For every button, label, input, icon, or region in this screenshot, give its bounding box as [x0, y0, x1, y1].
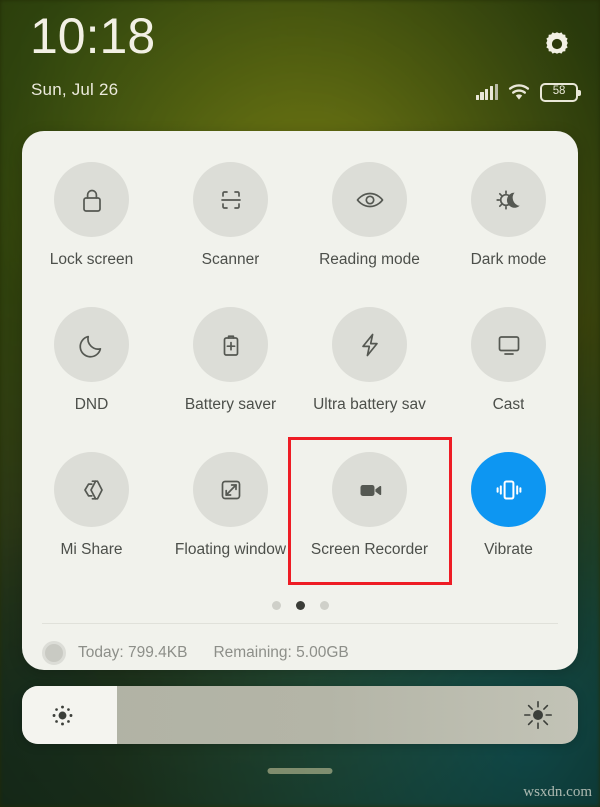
data-usage-remaining: Remaining: 5.00GB	[213, 644, 349, 661]
tile-reading-mode[interactable]: Reading mode	[300, 145, 439, 290]
lock-icon	[82, 189, 101, 212]
tile-icon-bg	[332, 452, 407, 527]
tile-floating-window[interactable]: Floating window	[161, 435, 300, 580]
sun-moon-icon	[495, 189, 520, 210]
tile-label: Lock screen	[49, 251, 134, 268]
mi-share-icon	[83, 479, 103, 500]
status-icons-group: 58	[475, 82, 581, 102]
monitor-icon	[498, 335, 519, 355]
tile-battery-saver[interactable]: Battery saver	[161, 290, 300, 435]
eye-icon	[356, 192, 383, 207]
tile-icon-bg	[54, 307, 129, 382]
home-indicator[interactable]	[267, 768, 333, 774]
tile-label: Dark mode	[470, 251, 547, 268]
video-camera-icon	[360, 484, 381, 496]
lightning-bolt-icon	[361, 333, 378, 356]
vibrate-icon	[496, 480, 521, 499]
tile-label: Battery saver	[184, 396, 277, 413]
tile-label: Scanner	[201, 251, 260, 268]
data-usage-row[interactable]: Today: 799.4KB Remaining: 5.00GB	[42, 636, 558, 670]
panel-divider	[42, 623, 558, 624]
tile-row: Lock screen Scanner Reading mode Dark mo…	[22, 145, 578, 290]
tile-label: Floating window	[174, 541, 287, 558]
moon-icon	[78, 335, 101, 358]
settings-gear-button[interactable]	[541, 28, 573, 60]
battery-plus-icon	[223, 334, 238, 356]
tile-scanner[interactable]: Scanner	[161, 145, 300, 290]
tile-icon-bg	[471, 162, 546, 237]
tile-mi-share[interactable]: Mi Share	[22, 435, 161, 580]
scanner-icon	[220, 190, 241, 209]
pager-dot[interactable]	[271, 601, 281, 610]
tile-icon-bg	[54, 162, 129, 237]
pager-dot-active[interactable]	[295, 601, 305, 610]
tile-cast[interactable]: Cast	[439, 290, 578, 435]
tile-icon-bg	[193, 307, 268, 382]
tile-dark-mode[interactable]: Dark mode	[439, 145, 578, 290]
tile-label: Screen Recorder	[310, 541, 429, 558]
tile-icon-bg	[54, 452, 129, 527]
tile-icon-bg	[471, 452, 546, 527]
data-usage-ring-icon	[42, 641, 66, 665]
pager-dots[interactable]	[22, 601, 578, 610]
watermark-label: wsxdn.com	[523, 784, 592, 800]
tile-vibrate[interactable]: Vibrate	[439, 435, 578, 580]
pager-dot[interactable]	[319, 601, 329, 610]
brightness-low-icon	[52, 705, 73, 726]
clock-date: Sun, Jul 26	[31, 80, 119, 99]
quick-settings-panel: Lock screen Scanner Reading mode Dark mo…	[22, 131, 578, 670]
tile-dnd[interactable]: DND	[22, 290, 161, 435]
tile-label: Vibrate	[484, 541, 533, 558]
tile-icon-bg	[332, 162, 407, 237]
brightness-high-icon	[524, 701, 552, 729]
floating-window-icon	[221, 480, 240, 499]
wifi-icon	[508, 84, 530, 100]
tile-icon-bg	[332, 307, 407, 382]
battery-percent-label: 58	[552, 85, 566, 98]
signal-bars-icon	[475, 84, 498, 100]
tile-ultra-battery-saver[interactable]: Ultra battery sav	[300, 290, 439, 435]
tile-label: Ultra battery sav	[313, 396, 426, 413]
tile-label: Cast	[492, 396, 525, 413]
gear-icon	[546, 32, 568, 54]
status-header: 10:18 Sun, Jul 26 58	[0, 0, 600, 120]
tile-label: DND	[74, 396, 109, 413]
tile-icon-bg	[193, 452, 268, 527]
battery-icon: 58	[540, 82, 581, 102]
data-usage-today: Today: 799.4KB	[78, 644, 188, 661]
tile-lock-screen[interactable]: Lock screen	[22, 145, 161, 290]
tile-row: DND Battery saver Ultra battery sav Cast	[22, 290, 578, 435]
clock-time: 10:18	[30, 8, 156, 64]
tile-icon-bg	[193, 162, 268, 237]
tile-screen-recorder[interactable]: Screen Recorder	[300, 435, 439, 580]
tile-row: Mi Share Floating window Screen Recorder…	[22, 435, 578, 580]
tile-label: Reading mode	[319, 251, 420, 268]
tile-label: Mi Share	[60, 541, 123, 558]
quick-settings-tile-grid: Lock screen Scanner Reading mode Dark mo…	[22, 145, 578, 580]
brightness-slider[interactable]	[22, 686, 578, 744]
tile-icon-bg	[471, 307, 546, 382]
